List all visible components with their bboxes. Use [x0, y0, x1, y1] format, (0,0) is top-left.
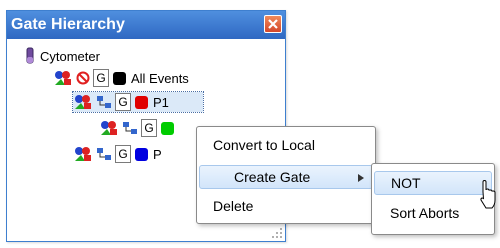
context-menu: Convert to Local Create Gate Delete [196, 126, 376, 224]
population-shapes-icon [75, 95, 91, 109]
tree-node-label: All Events [131, 70, 189, 86]
gate-hierarchy-icon[interactable] [122, 121, 138, 135]
mouse-cursor-icon [480, 180, 496, 209]
gate-button[interactable]: G [115, 93, 131, 111]
window-title: Gate Hierarchy [11, 16, 125, 33]
submenu-item-sort-aborts[interactable]: Sort Aborts [374, 201, 492, 225]
test-tube-icon [26, 47, 34, 64]
menu-item-label: Create Gate [234, 169, 311, 185]
color-swatch[interactable] [161, 121, 174, 135]
menu-item-delete[interactable]: Delete [199, 194, 373, 218]
create-gate-submenu: NOT Sort Aborts [371, 163, 495, 235]
population-shapes-icon [101, 121, 117, 135]
close-button[interactable] [264, 15, 282, 33]
tree-node-child[interactable]: G [99, 118, 179, 138]
population-shapes-icon [75, 147, 91, 161]
gate-hierarchy-icon[interactable] [96, 95, 112, 109]
tree-node-p1[interactable]: G P1 [72, 91, 204, 113]
tree-node-p[interactable]: G P [73, 144, 162, 164]
tree-node-cytometer[interactable]: Cytometer [25, 46, 100, 66]
tree-node-label: Cytometer [40, 48, 100, 64]
tree-node-label: P [153, 146, 162, 162]
window-title-bar[interactable]: Gate Hierarchy [7, 11, 285, 39]
no-entry-icon[interactable] [76, 71, 90, 85]
gate-button[interactable]: G [115, 145, 131, 163]
resize-grip-icon[interactable] [271, 227, 283, 239]
tree-node-all-events[interactable]: G All Events [53, 68, 189, 88]
close-icon [268, 19, 278, 29]
population-shapes-icon [55, 71, 71, 85]
tree-node-label: P1 [153, 94, 169, 110]
color-swatch[interactable] [135, 95, 148, 109]
submenu-arrow-icon [358, 174, 364, 182]
menu-item-convert-to-local[interactable]: Convert to Local [199, 133, 373, 157]
gate-button[interactable]: G [141, 119, 157, 137]
submenu-item-not[interactable]: NOT [374, 171, 492, 195]
color-swatch[interactable] [113, 71, 126, 85]
menu-item-create-gate[interactable]: Create Gate [199, 165, 373, 189]
gate-hierarchy-icon[interactable] [96, 147, 112, 161]
color-swatch[interactable] [135, 147, 148, 161]
gate-button[interactable]: G [93, 69, 109, 87]
